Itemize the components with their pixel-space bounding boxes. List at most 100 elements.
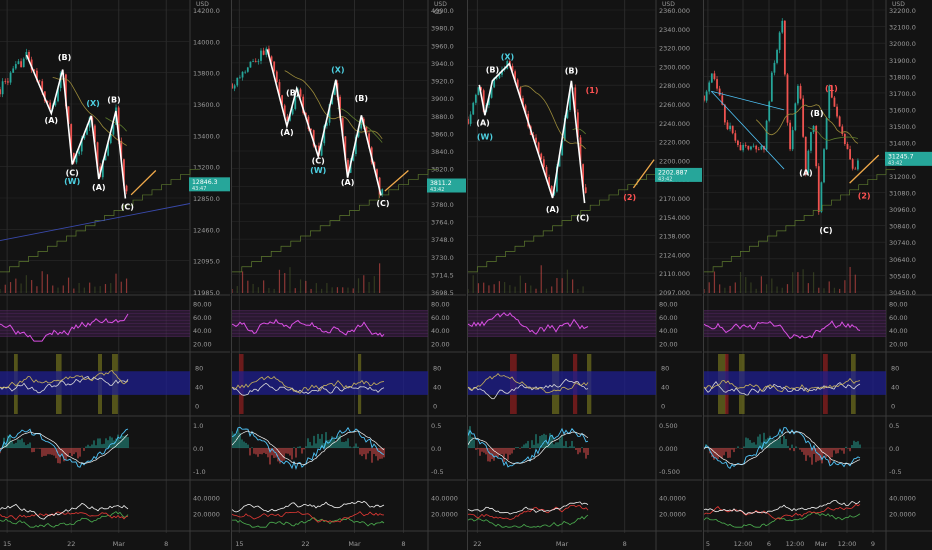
- volume-bar: [273, 288, 275, 293]
- volume-bar: [31, 280, 33, 293]
- macd-histogram-bar: [503, 448, 505, 462]
- macd-histogram-bar: [753, 442, 755, 448]
- macd-histogram-bar: [363, 448, 365, 455]
- macd-histogram-bar: [537, 443, 539, 448]
- volume-bar: [326, 283, 328, 293]
- chart-svg-3[interactable]: 2360.0002340.0002320.0002300.0002280.000…: [468, 0, 702, 550]
- volume-bar: [760, 276, 762, 293]
- macd-histogram-bar: [259, 448, 261, 455]
- macd-histogram-bar: [771, 440, 773, 448]
- volume-bar: [115, 273, 117, 293]
- last-price-value: 2202.887: [658, 169, 688, 176]
- chart-panel-4[interactable]: 32200.0 32100.0 32000.0 31900.0 31800.0 31700…: [704, 0, 932, 550]
- candle-body: [710, 73, 713, 83]
- rsi-tick-label: 60.00: [889, 314, 908, 322]
- candle-body: [12, 68, 15, 73]
- volume-bar: [483, 282, 485, 293]
- macd-histogram-bar: [13, 443, 15, 448]
- volume-bar: [818, 287, 820, 293]
- macd-histogram-bar: [247, 444, 249, 448]
- macd-histogram-bar: [821, 448, 823, 464]
- chart-svg-4[interactable]: 32200.0 32100.0 32000.0 31900.0 31800.0 31700…: [704, 0, 932, 550]
- macd-histogram-bar: [471, 436, 473, 448]
- macd-histogram-bar: [303, 448, 305, 450]
- volume-bar: [540, 265, 542, 293]
- price-tick-label: 2220.000: [659, 139, 690, 147]
- chart-panel-2[interactable]: 40 0 0.0 3980.0 3960.0 3940.0 3920.0 3900.0 3880…: [232, 0, 466, 550]
- osc-tick-label: 40: [433, 383, 441, 391]
- candle-body: [14, 64, 17, 69]
- chart-panel-3[interactable]: 2360.000 2340.000 2320.000 2300.000 2280.000…: [468, 0, 702, 550]
- panel-divider[interactable]: [467, 0, 468, 550]
- macd-histogram-bar: [827, 448, 829, 457]
- panel-divider[interactable]: [703, 0, 704, 550]
- candle-body: [729, 125, 731, 130]
- candle-body: [776, 49, 778, 63]
- panel-divider[interactable]: [231, 0, 232, 550]
- volume-bar: [582, 286, 584, 293]
- volume-bar: [771, 278, 773, 293]
- price-tick-label: 3880.0: [431, 113, 454, 121]
- volume-bar: [530, 285, 532, 293]
- macd-histogram-bar: [567, 447, 569, 448]
- macd-histogram-bar: [11, 440, 13, 448]
- chart-svg-1[interactable]: 14200.0 14000.0 13800.0 13600.0 13400.0 13200…: [0, 0, 230, 550]
- macd-histogram-bar: [311, 445, 313, 448]
- macd-histogram-bar: [853, 440, 855, 448]
- dmi-tick-label: 20.0000: [659, 511, 686, 519]
- macd-histogram-bar: [89, 446, 91, 448]
- price-tick-label: 3780.0: [431, 201, 454, 209]
- candle-body: [789, 122, 791, 150]
- volume-bar: [120, 281, 122, 293]
- volume-bar: [566, 269, 568, 293]
- chart-panel-1[interactable]: 14200.0 14000.0 13800.0 13600.0 13400.0 13200…: [0, 0, 230, 550]
- candle-body: [755, 145, 758, 150]
- volume-bar: [62, 285, 64, 293]
- volume-bar: [802, 269, 804, 293]
- macd-histogram-bar: [483, 448, 485, 453]
- macd-histogram-bar: [107, 440, 109, 448]
- macd-histogram-bar: [533, 444, 535, 448]
- price-tick-label: 3764.0: [431, 219, 454, 227]
- macd-histogram-bar: [361, 448, 363, 457]
- candle-body: [723, 104, 726, 123]
- macd-tick-label: 0.5: [889, 422, 899, 430]
- macd-tick-label: 0.0: [431, 445, 441, 453]
- price-tick-label: 31700.0: [889, 90, 916, 98]
- price-tick-label: 2260.000: [659, 101, 690, 109]
- candle-body: [757, 149, 760, 151]
- rsi-tick-label: 60.00: [659, 314, 678, 322]
- macd-histogram-bar: [23, 442, 25, 448]
- macd-histogram-bar: [71, 448, 73, 457]
- macd-histogram-bar: [515, 447, 517, 448]
- candle-body: [731, 125, 734, 134]
- price-tick-label: 2138.000: [659, 233, 690, 241]
- rsi-tick-label: 60.00: [193, 314, 212, 322]
- time-tick-label: 15: [3, 540, 11, 548]
- macd-histogram-bar: [743, 446, 745, 448]
- chart-svg-2[interactable]: 40 0 0.0 3980.0 3960.0 3940.0 3920.0 3900.0 3880…: [232, 0, 466, 550]
- wave-label: (B): [58, 53, 71, 62]
- macd-histogram-bar: [563, 445, 565, 448]
- wave-label: (A): [799, 168, 813, 177]
- osc-tick-label: 40: [195, 383, 203, 391]
- volume-bar: [755, 288, 757, 293]
- volume-bar: [284, 273, 286, 293]
- currency-sub-label: Ꝏ: [434, 9, 442, 16]
- volume-bar: [247, 280, 249, 293]
- macd-histogram-bar: [39, 448, 41, 449]
- candle-body: [815, 125, 818, 167]
- macd-histogram-bar: [843, 448, 845, 454]
- price-tick-label: 2124.000: [659, 251, 690, 259]
- volume-bar: [488, 285, 490, 293]
- macd-histogram-bar: [317, 433, 319, 448]
- candle-body: [78, 151, 81, 155]
- candle-body: [838, 116, 841, 127]
- dmi-tick-label: 20.0000: [889, 511, 916, 519]
- candle-body: [260, 50, 262, 61]
- macd-histogram-bar: [255, 448, 257, 455]
- candle-body: [246, 67, 249, 72]
- macd-histogram-bar: [791, 444, 793, 448]
- macd-histogram-bar: [315, 443, 317, 448]
- macd-histogram-bar: [257, 448, 259, 457]
